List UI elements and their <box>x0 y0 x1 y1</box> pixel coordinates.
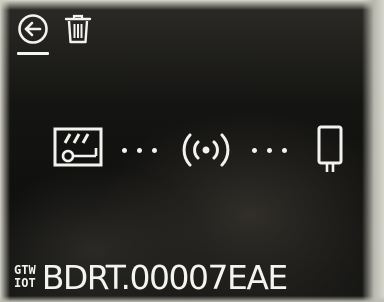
sensor-node <box>315 124 347 178</box>
screen-bezel-right <box>362 0 384 302</box>
connector-dot <box>252 148 257 153</box>
signal-node <box>178 130 234 170</box>
delete-button[interactable] <box>62 12 94 46</box>
device-screen: GTW IOT BDRT.00007EAE <box>0 0 384 302</box>
screen-bezel-top <box>0 0 384 10</box>
wireless-signal-icon <box>182 133 230 167</box>
connector-dot <box>282 148 287 153</box>
trash-icon <box>64 14 92 44</box>
connector-dot <box>122 148 127 153</box>
screen-bezel-bottom <box>0 296 384 302</box>
screen-bezel-left <box>0 0 10 302</box>
back-button[interactable] <box>16 12 50 56</box>
connection-diagram <box>50 122 360 182</box>
back-selected-indicator <box>17 52 49 55</box>
gateway-icon <box>53 127 103 167</box>
device-id-row: GTW IOT BDRT.00007EAE <box>14 255 289 299</box>
connector-dot <box>152 148 157 153</box>
badge-line-iot: IOT <box>14 276 36 290</box>
back-arrow-circle-icon <box>18 14 48 44</box>
sensor-device-icon <box>317 125 343 172</box>
gateway-node <box>52 126 104 170</box>
connector-dot <box>137 148 142 153</box>
gateway-iot-badge: GTW IOT <box>14 264 36 290</box>
device-id: BDRT.00007EAE <box>41 257 289 297</box>
connector-dot <box>267 148 272 153</box>
